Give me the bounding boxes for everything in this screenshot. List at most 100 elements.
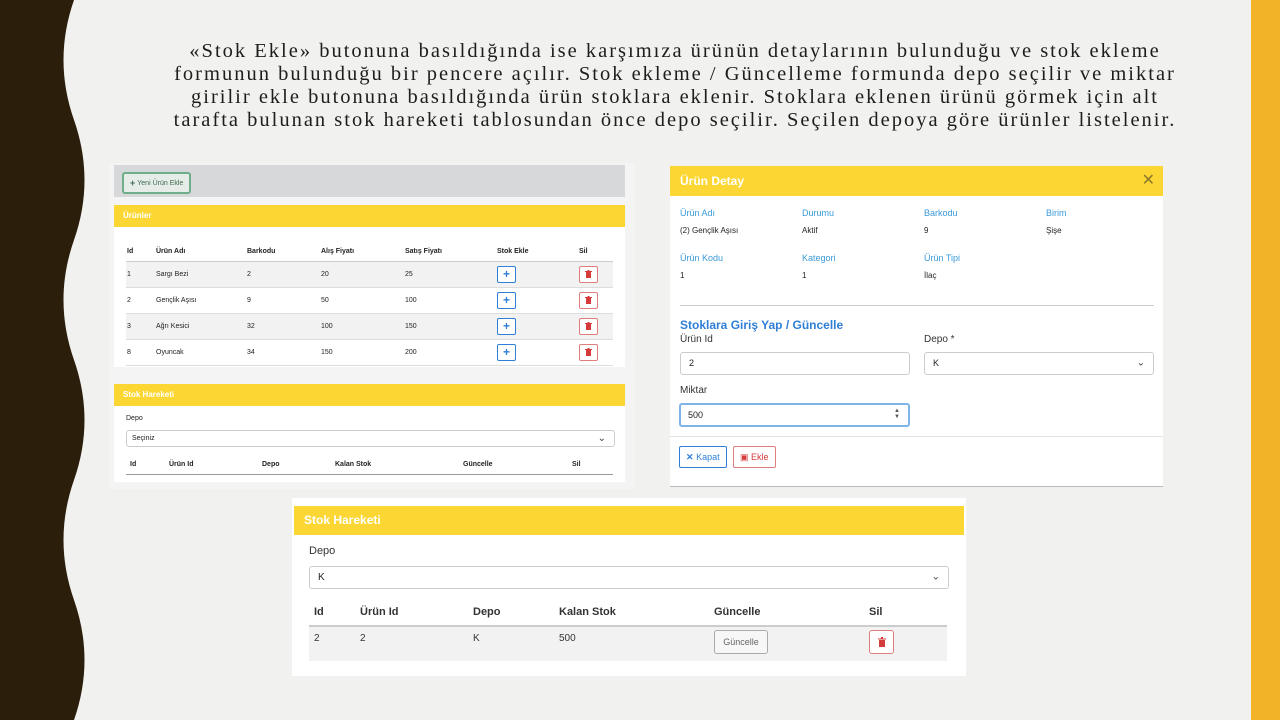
ekle-button[interactable]: ▣ Ekle <box>733 446 776 468</box>
divider <box>680 305 1154 306</box>
stock-card-header: Stok Hareketi <box>114 384 625 406</box>
delete-button[interactable] <box>579 343 598 361</box>
column-header: Güncelle <box>463 461 493 468</box>
delete-button[interactable] <box>869 630 894 654</box>
column-header: Id <box>127 248 134 256</box>
caption-line: «Stok Ekle» butonuna basıldığında ise ka… <box>189 40 1161 62</box>
depo-label: Depo * <box>924 334 955 345</box>
detail-fields: Ürün Adı (2) Gençlik Aşısı Durumu Aktif … <box>680 208 1160 288</box>
delete-button[interactable] <box>579 291 598 309</box>
column-header: Güncelle <box>714 606 761 618</box>
cell-id: 2 <box>314 633 320 644</box>
field-value: Şişe <box>1046 226 1062 235</box>
column-header: Stok Ekle <box>497 248 529 256</box>
field-barkodu: Barkodu 9 <box>924 208 958 235</box>
modal-title: Ürün Detay <box>680 174 745 188</box>
cell-id: 1 <box>127 270 131 278</box>
column-header: Id <box>314 606 324 618</box>
urun-id-value: 2 <box>689 358 695 368</box>
field-value: İlaç <box>924 271 937 280</box>
delete-button[interactable] <box>579 317 598 335</box>
depo-select[interactable]: Seçiniz ⌄ <box>126 430 615 447</box>
cell-barcode: 9 <box>247 296 251 304</box>
close-icon: ✕ <box>686 452 694 462</box>
cell-barcode: 2 <box>247 270 251 278</box>
add-stock-button[interactable]: + <box>497 343 516 361</box>
modal-header: Ürün Detay ✕ <box>670 166 1163 196</box>
column-header: Id <box>130 461 137 468</box>
cell-buy-price: 100 <box>321 322 333 330</box>
cell-name: Gençlik Aşısı <box>156 296 197 304</box>
kapat-label: Kapat <box>696 452 720 462</box>
stock-table-header: Id Ürün Id Depo Kalan Stok Güncelle Sil <box>309 600 947 627</box>
number-spinner-icon[interactable]: ▲ ▼ <box>894 408 900 420</box>
caption-line: girilir ekle butonuna basıldığında ürün … <box>191 86 1159 108</box>
depo-select-value: Seçiniz <box>132 435 155 442</box>
products-card-header: Ürünler <box>114 205 625 227</box>
column-header: Sil <box>572 461 581 468</box>
field-label: Barkodu <box>924 208 958 218</box>
column-header: Ürün Id <box>169 461 194 468</box>
new-product-button[interactable]: + Yeni Ürün Ekle <box>122 172 192 194</box>
field-label: Ürün Adı <box>680 208 716 218</box>
field-urun-tipi: Ürün Tipi İlaç <box>924 253 960 280</box>
stock-form-title: Stoklara Giriş Yap / Güncelle <box>680 318 844 332</box>
add-stock-button[interactable]: + <box>497 317 516 335</box>
cell-id: 2 <box>127 296 131 304</box>
products-screenshot: + Yeni Ürün Ekle Ürünler Id Ürün Adı Bar… <box>109 163 635 489</box>
table-row: 8 Oyuncak 34 150 200 + <box>126 339 613 365</box>
close-icon[interactable]: ✕ <box>1142 166 1155 196</box>
cell-sell-price: 100 <box>405 296 417 304</box>
cell-barcode: 34 <box>247 348 255 356</box>
products-card: Ürünler Id Ürün Adı Barkodu Alış Fiyatı … <box>114 205 625 367</box>
column-header: Kalan Stok <box>335 461 372 468</box>
stock-movement-card-small: Stok Hareketi Depo Seçiniz ⌄ Id Ürün Id … <box>114 384 625 482</box>
plus-icon: + <box>502 345 510 359</box>
column-header: Ürün Adı <box>156 248 186 256</box>
field-value: 9 <box>924 226 929 235</box>
field-birim: Birim Şişe <box>1046 208 1067 235</box>
column-header: Satış Fiyatı <box>405 248 442 256</box>
delete-button[interactable] <box>579 265 598 283</box>
cell-barcode: 32 <box>247 322 255 330</box>
cell-sell-price: 200 <box>405 348 417 356</box>
ekle-label: Ekle <box>751 452 769 462</box>
depo-label: Depo <box>126 415 143 422</box>
field-label: Kategori <box>802 253 836 263</box>
miktar-input[interactable]: 500 ▲ ▼ <box>679 403 910 427</box>
cell-id: 8 <box>127 348 131 356</box>
trash-icon <box>585 348 592 356</box>
column-header: Depo <box>262 461 280 468</box>
cell-id: 3 <box>127 322 131 330</box>
new-product-label: Yeni Ürün Ekle <box>137 179 184 187</box>
depo-select[interactable]: K ⌄ <box>924 352 1154 375</box>
cell-name: Ağrı Kesici <box>156 322 190 330</box>
add-stock-button[interactable]: + <box>497 265 516 283</box>
column-header: Barkodu <box>247 248 276 256</box>
products-table: Id Ürün Adı Barkodu Alış Fiyatı Satış Fi… <box>126 243 613 366</box>
cell-name: Sargı Bezi <box>156 270 189 278</box>
column-header: Sil <box>579 248 588 256</box>
field-durumu: Durumu Aktif <box>802 208 834 235</box>
table-row: 1 Sargı Bezi 2 20 25 + <box>126 261 613 287</box>
urun-id-label: Ürün Id <box>680 334 713 345</box>
depo-select-value: K <box>933 358 940 368</box>
field-value: Aktif <box>802 226 818 235</box>
decorative-side-bar <box>1251 0 1280 720</box>
product-detail-modal: Ürün Detay ✕ Ürün Adı (2) Gençlik Aşısı … <box>670 166 1163 487</box>
caption-line: tarafta bulunan stok hareketi tablosunda… <box>173 109 1177 131</box>
depo-label: Depo <box>309 545 336 557</box>
field-kategori: Kategori 1 <box>802 253 836 280</box>
update-button[interactable]: Güncelle <box>714 630 768 654</box>
kapat-button[interactable]: ✕ Kapat <box>679 446 727 468</box>
depo-select[interactable]: K ⌄ <box>309 566 949 589</box>
cell-buy-price: 20 <box>321 270 329 278</box>
add-stock-button[interactable]: + <box>497 291 516 309</box>
urun-id-input[interactable]: 2 <box>680 352 910 375</box>
chevron-down-icon: ⌄ <box>1136 356 1145 368</box>
chevron-down-icon: ⌄ <box>931 570 940 582</box>
save-icon: ▣ <box>740 452 749 462</box>
stock-card-title: Stok Hareketi <box>123 390 175 399</box>
toolbar: + Yeni Ürün Ekle <box>114 165 625 197</box>
divider <box>670 436 1163 437</box>
